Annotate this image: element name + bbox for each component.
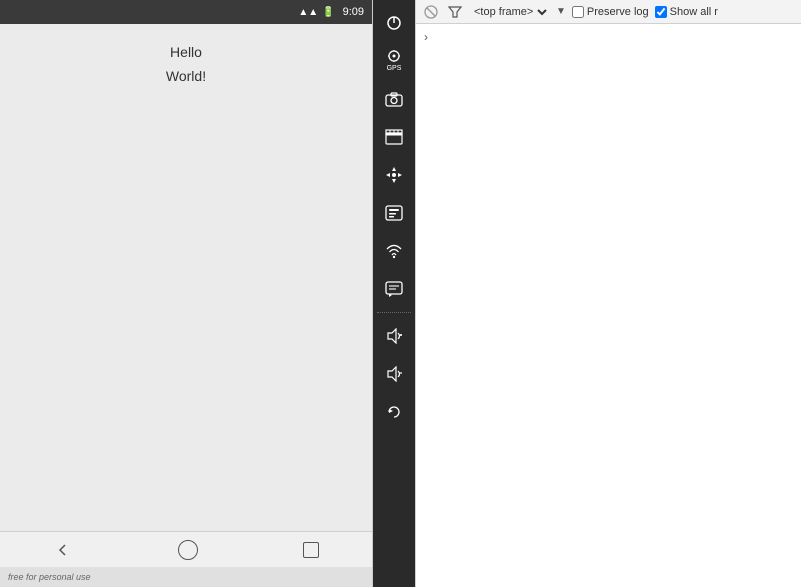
message-icon[interactable]	[376, 271, 412, 307]
toolbar-separator-1	[377, 312, 411, 313]
gps-label: GPS	[387, 65, 402, 72]
battery-icon: 🔋	[322, 7, 334, 18]
home-button[interactable]	[178, 540, 198, 560]
devtools-panel: <top frame> ▼ Preserve log Show all r ›	[415, 0, 801, 587]
phone-screen: ▲▲ 🔋 9:09 Hello World! free for personal…	[0, 0, 373, 587]
rotate-icon[interactable]	[376, 394, 412, 430]
back-button[interactable]	[53, 540, 73, 560]
filter-icon[interactable]	[446, 3, 464, 21]
preserve-log-checkbox[interactable]	[572, 6, 584, 18]
devtools-content: ›	[416, 24, 801, 587]
dpad-icon[interactable]	[376, 157, 412, 193]
time-display: 9:09	[343, 6, 364, 18]
id-badge-icon[interactable]	[376, 195, 412, 231]
emulator-toolbar: GPS	[373, 0, 415, 587]
expand-arrow[interactable]: ›	[424, 30, 428, 44]
phone-bottom-bar: free for personal use	[0, 567, 372, 587]
recents-button[interactable]	[303, 542, 319, 558]
phone-bottom-text: free for personal use	[8, 572, 91, 582]
volume-down-icon[interactable]	[376, 356, 412, 392]
frame-chevron-icon[interactable]: ▼	[556, 6, 566, 17]
phone-status-icons: ▲▲ 🔋 9:09	[298, 6, 364, 18]
hello-text: Hello	[170, 44, 202, 60]
film-icon[interactable]	[376, 119, 412, 155]
show-all-label[interactable]: Show all r	[655, 6, 718, 18]
preserve-log-label[interactable]: Preserve log	[572, 6, 649, 18]
block-icon[interactable]	[422, 3, 440, 21]
phone-content: Hello World!	[0, 24, 372, 531]
devtools-toolbar: <top frame> ▼ Preserve log Show all r	[416, 0, 801, 24]
power-icon[interactable]	[376, 5, 412, 41]
phone-status-bar: ▲▲ 🔋 9:09	[0, 0, 372, 24]
phone-nav-bar	[0, 531, 372, 567]
camera-icon[interactable]	[376, 81, 412, 117]
frame-selector[interactable]: <top frame>	[470, 5, 550, 19]
gps-icon[interactable]: GPS	[376, 43, 412, 79]
volume-up-icon[interactable]	[376, 318, 412, 354]
world-text: World!	[166, 68, 206, 84]
emulator-panel: ▲▲ 🔋 9:09 Hello World! free for personal…	[0, 0, 415, 587]
show-all-checkbox[interactable]	[655, 6, 667, 18]
wifi-icon[interactable]	[376, 233, 412, 269]
wifi-signal-icon: ▲▲	[298, 7, 318, 18]
